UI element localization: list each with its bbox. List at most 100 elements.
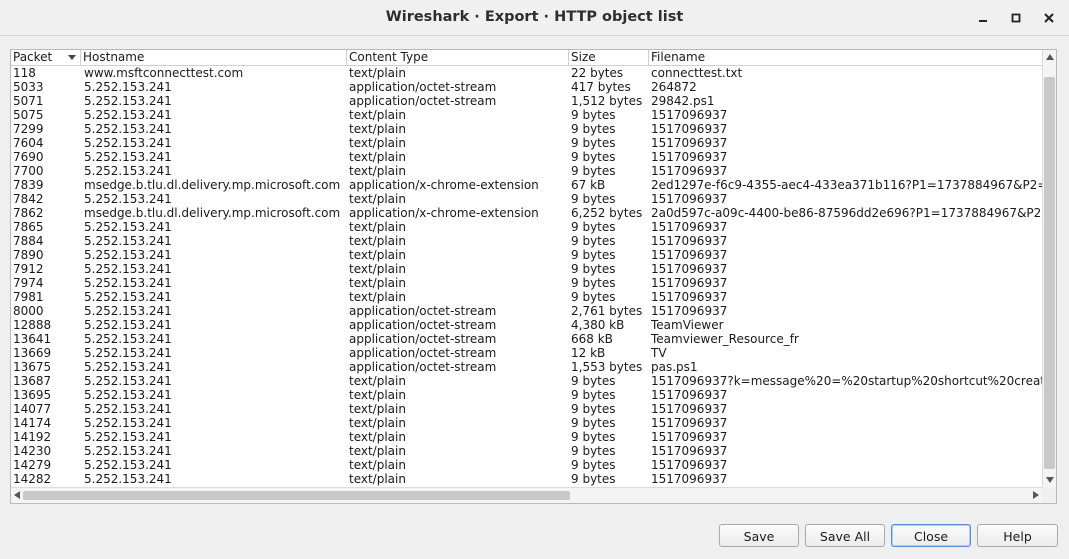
cell-size: 9 bytes [571, 458, 616, 472]
scroll-down-icon[interactable] [1046, 477, 1054, 483]
window-title: Wireshark · Export · HTTP object list [385, 9, 684, 25]
cell-packet: 7604 [13, 136, 44, 150]
cell-size: 9 bytes [571, 374, 616, 388]
cell-packet: 7912 [13, 262, 44, 276]
cell-hostname: 5.252.153.241 [84, 318, 172, 332]
table-row[interactable]: 7700 5.252.153.241 text/plain 9 bytes 151709… [11, 164, 1042, 178]
column-header-label: Content Type [349, 50, 429, 64]
table-row[interactable]: 12888 5.252.153.241 application/octet-stre… [11, 318, 1042, 332]
cell-packet: 14174 [13, 416, 52, 430]
cell-hostname: 5.252.153.241 [84, 108, 172, 122]
column-header-packet[interactable]: Packet [11, 50, 81, 65]
cell-packet: 13695 [13, 388, 52, 402]
table-row[interactable]: 5075 5.252.153.241 text/plain 9 bytes 151709… [11, 108, 1042, 122]
table-row[interactable]: 14077 5.252.153.241 text/plain 9 bytes 15170… [11, 402, 1042, 416]
cell-filename: 1517096937 [651, 472, 728, 486]
cell-size: 9 bytes [571, 122, 616, 136]
cell-size: 2,761 bytes [571, 304, 643, 318]
table-row[interactable]: 7884 5.252.153.241 text/plain 9 bytes 151709… [11, 234, 1042, 248]
table-row[interactable]: 7299 5.252.153.241 text/plain 9 bytes 151709… [11, 122, 1042, 136]
table-row[interactable]: 7842 5.252.153.241 text/plain 9 bytes 151709… [11, 192, 1042, 206]
cell-filename: pas.ps1 [651, 360, 698, 374]
cell-hostname: msedge.b.tlu.dl.delivery.mp.microsoft.co… [84, 206, 341, 220]
scroll-right-icon[interactable] [1033, 491, 1039, 499]
column-header-size[interactable]: Size [569, 50, 649, 65]
table-body: 118 www.msftconnecttest.com text/plain 22 b… [11, 66, 1042, 487]
save-all-button[interactable]: Save All [805, 524, 885, 547]
table-row[interactable]: 13669 5.252.153.241 application/octet-stre… [11, 346, 1042, 360]
table-row[interactable]: 118 www.msftconnecttest.com text/plain 22 b… [11, 66, 1042, 80]
cell-packet: 8000 [13, 304, 44, 318]
table-row[interactable]: 5033 5.252.153.241 application/octet-strea… [11, 80, 1042, 94]
table-row[interactable]: 7690 5.252.153.241 text/plain 9 bytes 151709… [11, 150, 1042, 164]
cell-packet: 7700 [13, 164, 44, 178]
horizontal-scroll-thumb[interactable] [23, 491, 570, 500]
table-row[interactable]: 14192 5.252.153.241 text/plain 9 bytes 15170… [11, 430, 1042, 444]
table-row[interactable]: 7862 msedge.b.tlu.dl.delivery.mp.microsof… [11, 206, 1042, 220]
cell-size: 9 bytes [571, 192, 616, 206]
cell-content-type: application/octet-stream [349, 304, 497, 318]
table-row[interactable]: 14174 5.252.153.241 text/plain 9 bytes 15170… [11, 416, 1042, 430]
scroll-up-icon[interactable] [1046, 54, 1054, 60]
scroll-left-icon[interactable] [14, 491, 20, 499]
cell-packet: 7839 [13, 178, 44, 192]
cell-hostname: 5.252.153.241 [84, 248, 172, 262]
column-header-hostname[interactable]: Hostname [81, 50, 347, 65]
cell-content-type: application/octet-stream [349, 318, 497, 332]
cell-packet: 13675 [13, 360, 52, 374]
cell-filename: 1517096937 [651, 458, 728, 472]
close-window-button[interactable] [1039, 8, 1059, 28]
table-row[interactable]: 13687 5.252.153.241 text/plain 9 bytes 15170… [11, 374, 1042, 388]
cell-content-type: application/x-chrome-extension [349, 178, 539, 192]
table-row[interactable]: 14230 5.252.153.241 text/plain 9 bytes 15170… [11, 444, 1042, 458]
table-row[interactable]: 13675 5.252.153.241 application/octet-stre… [11, 360, 1042, 374]
table-row[interactable]: 13641 5.252.153.241 application/octet-stre… [11, 332, 1042, 346]
minimize-button[interactable] [973, 8, 993, 28]
cell-content-type: text/plain [349, 472, 406, 486]
table-row[interactable]: 7604 5.252.153.241 text/plain 9 bytes 151709… [11, 136, 1042, 150]
table-header: Packet Hostname Content Type Size Filena… [11, 50, 1042, 66]
cell-size: 9 bytes [571, 290, 616, 304]
table-row[interactable]: 5071 5.252.153.241 application/octet-strea… [11, 94, 1042, 108]
column-header-content-type[interactable]: Content Type [347, 50, 569, 65]
cell-size: 9 bytes [571, 150, 616, 164]
cell-filename: 1517096937 [651, 402, 728, 416]
table-row[interactable]: 7865 5.252.153.241 text/plain 9 bytes 151709… [11, 220, 1042, 234]
cell-content-type: text/plain [349, 290, 406, 304]
table-row[interactable]: 8000 5.252.153.241 application/octet-strea… [11, 304, 1042, 318]
cell-packet: 13641 [13, 332, 52, 346]
help-button[interactable]: Help [977, 524, 1058, 547]
cell-packet: 7842 [13, 192, 44, 206]
maximize-button[interactable] [1006, 8, 1026, 28]
cell-packet: 7981 [13, 290, 44, 304]
close-button[interactable]: Close [891, 524, 971, 547]
table-row[interactable]: 7839 msedge.b.tlu.dl.delivery.mp.microsof… [11, 178, 1042, 192]
cell-filename: 1517096937 [651, 388, 728, 402]
cell-hostname: 5.252.153.241 [84, 164, 172, 178]
table-row[interactable]: 7974 5.252.153.241 text/plain 9 bytes 151709… [11, 276, 1042, 290]
cell-content-type: text/plain [349, 402, 406, 416]
column-header-filename[interactable]: Filename [649, 50, 1042, 65]
cell-filename: TeamViewer [651, 318, 724, 332]
vertical-scroll-thumb[interactable] [1044, 77, 1055, 469]
table-row[interactable]: 14279 5.252.153.241 text/plain 9 bytes 15170… [11, 458, 1042, 472]
table-row[interactable]: 14282 5.252.153.241 text/plain 9 bytes 15170… [11, 472, 1042, 486]
horizontal-scrollbar[interactable] [11, 487, 1042, 503]
table-row[interactable]: 13695 5.252.153.241 text/plain 9 bytes 15170… [11, 388, 1042, 402]
table-row[interactable]: 7981 5.252.153.241 text/plain 9 bytes 151709… [11, 290, 1042, 304]
cell-size: 9 bytes [571, 248, 616, 262]
maximize-icon [1011, 13, 1021, 23]
cell-filename: 1517096937 [651, 220, 728, 234]
cell-packet: 7690 [13, 150, 44, 164]
dialog-content: Packet Hostname Content Type Size Filena… [0, 36, 1069, 559]
table-row[interactable]: 7890 5.252.153.241 text/plain 9 bytes 151709… [11, 248, 1042, 262]
cell-size: 9 bytes [571, 416, 616, 430]
table-row[interactable]: 7912 5.252.153.241 text/plain 9 bytes 151709… [11, 262, 1042, 276]
vertical-scrollbar[interactable] [1042, 50, 1056, 487]
cell-content-type: text/plain [349, 444, 406, 458]
cell-filename: 2a0d597c-a09c-4400-be86-87596dd2e696?P1=… [651, 206, 1042, 220]
save-button[interactable]: Save [719, 524, 799, 547]
cell-packet: 7865 [13, 220, 44, 234]
cell-size: 9 bytes [571, 472, 616, 486]
cell-hostname: 5.252.153.241 [84, 430, 172, 444]
